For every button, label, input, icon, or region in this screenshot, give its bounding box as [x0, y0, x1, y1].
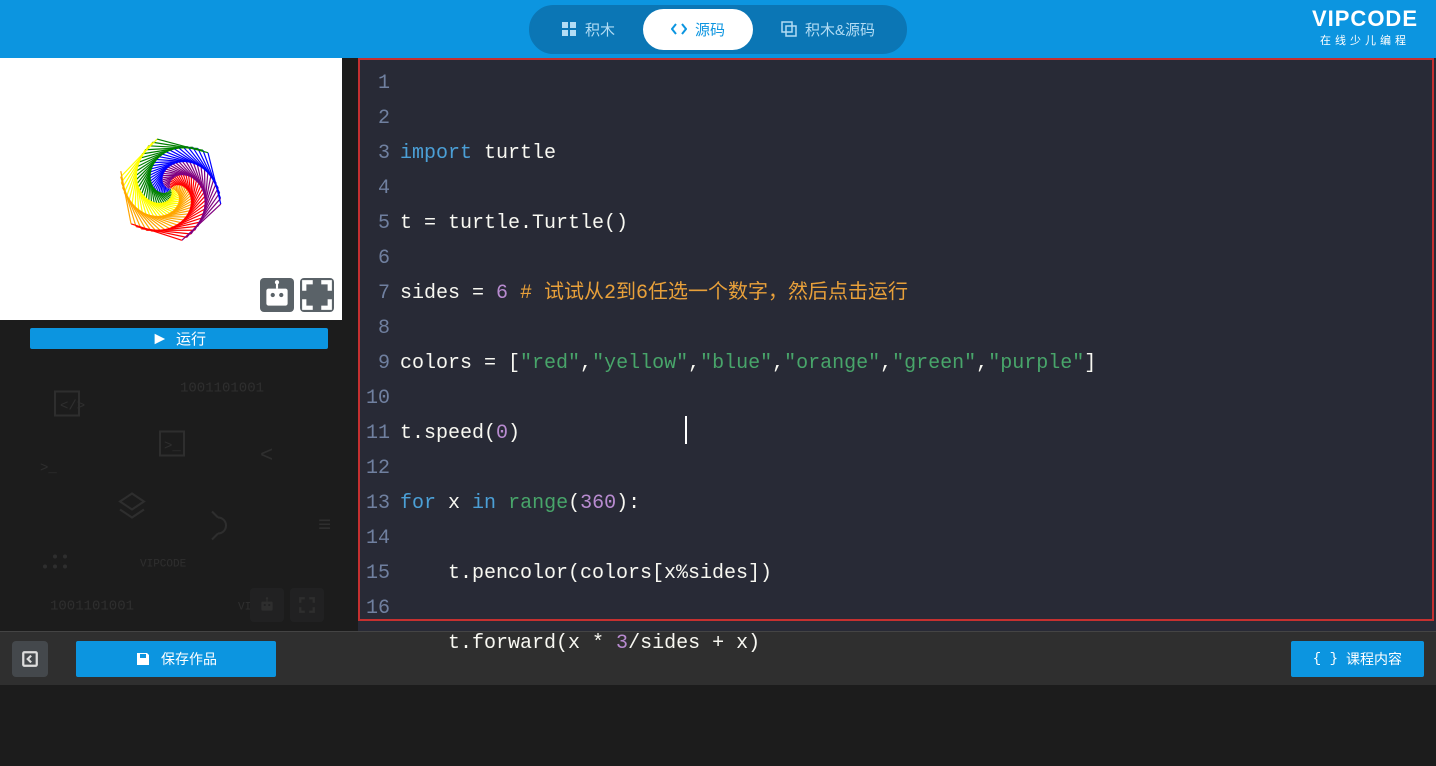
code-line[interactable]: t.pencolor(colors[x%sides])	[400, 556, 1436, 591]
left-panel: 运行 1001101001 </> >_ < >_ ≡	[0, 58, 358, 631]
tab-blocks[interactable]: 积木	[533, 9, 643, 50]
tab-both[interactable]: 积木&源码	[753, 9, 903, 50]
line-number: 9	[358, 346, 396, 381]
svg-text:VIPCODE: VIPCODE	[140, 559, 187, 571]
line-number: 16	[358, 591, 396, 626]
view-tab-group: 积木 源码 积木&源码	[529, 5, 907, 54]
code-line[interactable]: t = turtle.Turtle()	[400, 206, 1436, 241]
brand-logo: VIPCODE 在线少儿编程	[1312, 6, 1418, 48]
svg-text:>_: >_	[40, 461, 57, 477]
main: 运行 1001101001 </> >_ < >_ ≡	[0, 58, 1436, 631]
layers-icon	[781, 21, 797, 37]
line-gutter: 12345678910111213141516	[358, 58, 396, 631]
line-number: 10	[358, 381, 396, 416]
code-editor[interactable]: 12345678910111213141516 import turtle t …	[358, 58, 1436, 631]
svg-text:</>: </>	[60, 399, 85, 415]
robot-button[interactable]	[260, 278, 294, 312]
code-icon	[671, 21, 687, 37]
brand-text: VIPCODE	[1312, 6, 1418, 32]
play-icon	[152, 332, 166, 346]
code-line[interactable]: import turtle	[400, 136, 1436, 171]
robot-icon	[260, 278, 294, 312]
code-line[interactable]: t.speed(0)	[400, 416, 1436, 451]
line-number: 8	[358, 311, 396, 346]
collapse-sidebar-button[interactable]	[12, 641, 48, 677]
code-line[interactable]: t.forward(x * 3/sides + x)	[400, 626, 1436, 661]
turtle-preview	[0, 58, 342, 320]
run-button[interactable]: 运行	[30, 328, 328, 349]
tab-both-label: 积木&源码	[805, 19, 875, 40]
code-line[interactable]	[400, 521, 1436, 556]
code-line[interactable]: colors = ["red","yellow","blue","orange"…	[400, 346, 1436, 381]
line-number: 2	[358, 101, 396, 136]
code-line[interactable]	[400, 591, 1436, 626]
code-content[interactable]: import turtle t = turtle.Turtle() sides …	[396, 58, 1436, 631]
tab-source[interactable]: 源码	[643, 9, 753, 50]
line-number: 11	[358, 416, 396, 451]
svg-text:≡: ≡	[318, 514, 331, 539]
fullscreen-icon	[300, 278, 334, 312]
code-line[interactable]	[400, 311, 1436, 346]
tab-source-label: 源码	[695, 19, 725, 40]
collapse-icon	[21, 650, 39, 668]
watermark-area: 1001101001 </> >_ < >_ ≡ VIPCODE 1001101…	[0, 349, 358, 634]
svg-text:1001101001: 1001101001	[180, 381, 264, 397]
line-number: 3	[358, 136, 396, 171]
line-number: 15	[358, 556, 396, 591]
save-icon	[135, 651, 151, 667]
fullscreen-icon	[298, 596, 316, 614]
code-line[interactable]	[400, 381, 1436, 416]
line-number: 7	[358, 276, 396, 311]
code-line[interactable]	[400, 661, 1436, 696]
svg-text:<: <	[260, 444, 273, 469]
save-button[interactable]: 保存作品	[76, 641, 276, 677]
save-button-label: 保存作品	[161, 649, 217, 669]
line-number: 1	[358, 66, 396, 101]
line-number: 4	[358, 171, 396, 206]
code-line[interactable]	[400, 451, 1436, 486]
cursor	[685, 416, 687, 444]
fullscreen-button-2[interactable]	[290, 588, 324, 622]
robot-button-2[interactable]	[250, 588, 284, 622]
tab-blocks-label: 积木	[585, 19, 615, 40]
line-number: 12	[358, 451, 396, 486]
fullscreen-button[interactable]	[300, 278, 334, 312]
line-number: 5	[358, 206, 396, 241]
robot-icon	[258, 596, 276, 614]
line-number: 14	[358, 521, 396, 556]
run-button-label: 运行	[176, 328, 206, 349]
code-line[interactable]: sides = 6 # 试试从2到6任选一个数字，然后点击运行	[400, 276, 1436, 311]
code-line[interactable]: for x in range(360):	[400, 486, 1436, 521]
svg-text:1001101001: 1001101001	[50, 599, 134, 615]
topbar: 积木 源码 积木&源码 VIPCODE 在线少儿编程	[0, 0, 1436, 58]
line-number: 6	[358, 241, 396, 276]
code-line[interactable]	[400, 171, 1436, 206]
brand-tagline: 在线少儿编程	[1312, 32, 1418, 48]
line-number: 13	[358, 486, 396, 521]
blocks-icon	[561, 21, 577, 37]
code-line[interactable]	[400, 241, 1436, 276]
svg-text:>_: >_	[164, 439, 181, 455]
